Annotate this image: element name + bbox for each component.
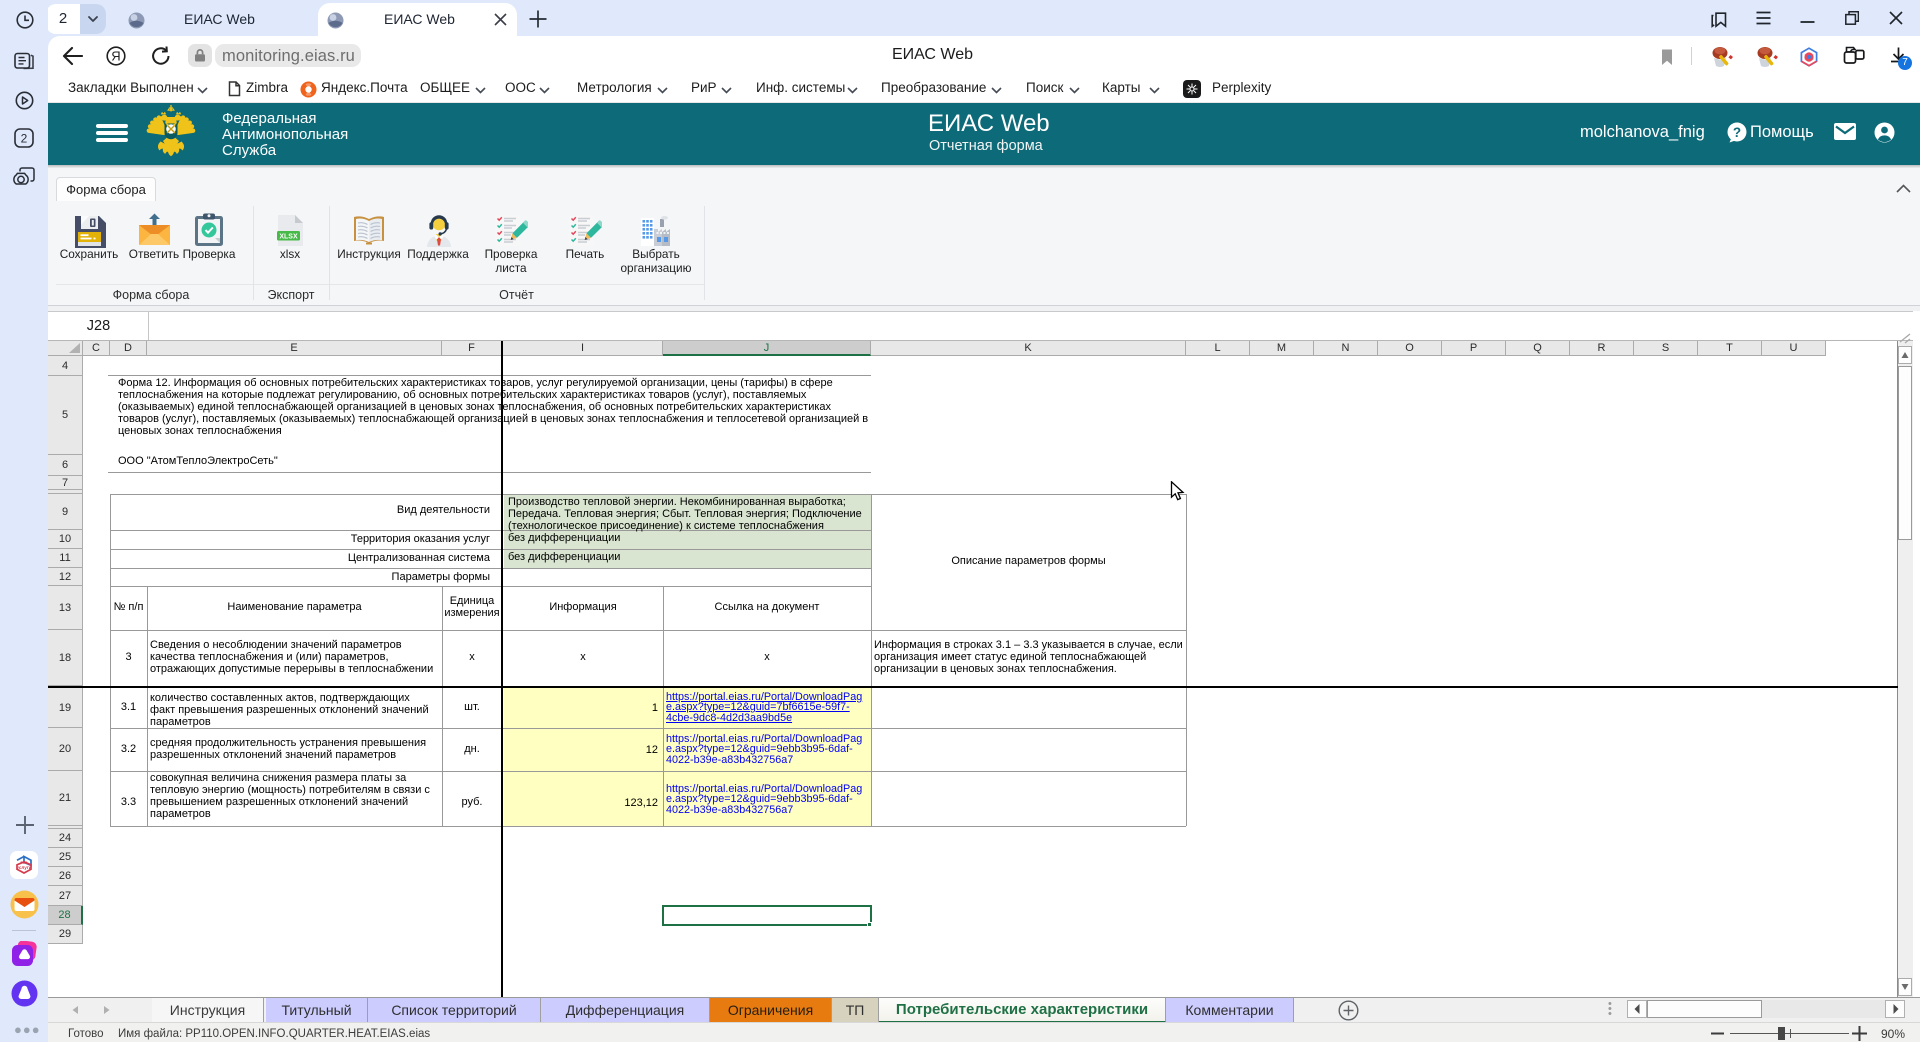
svg-text:XLSX: XLSX [279,233,298,240]
svg-text:услуги: услуги [16,865,31,870]
svg-text:Я: Я [111,48,120,63]
svg-text:2: 2 [21,132,28,146]
svg-text:?: ? [1733,125,1741,140]
